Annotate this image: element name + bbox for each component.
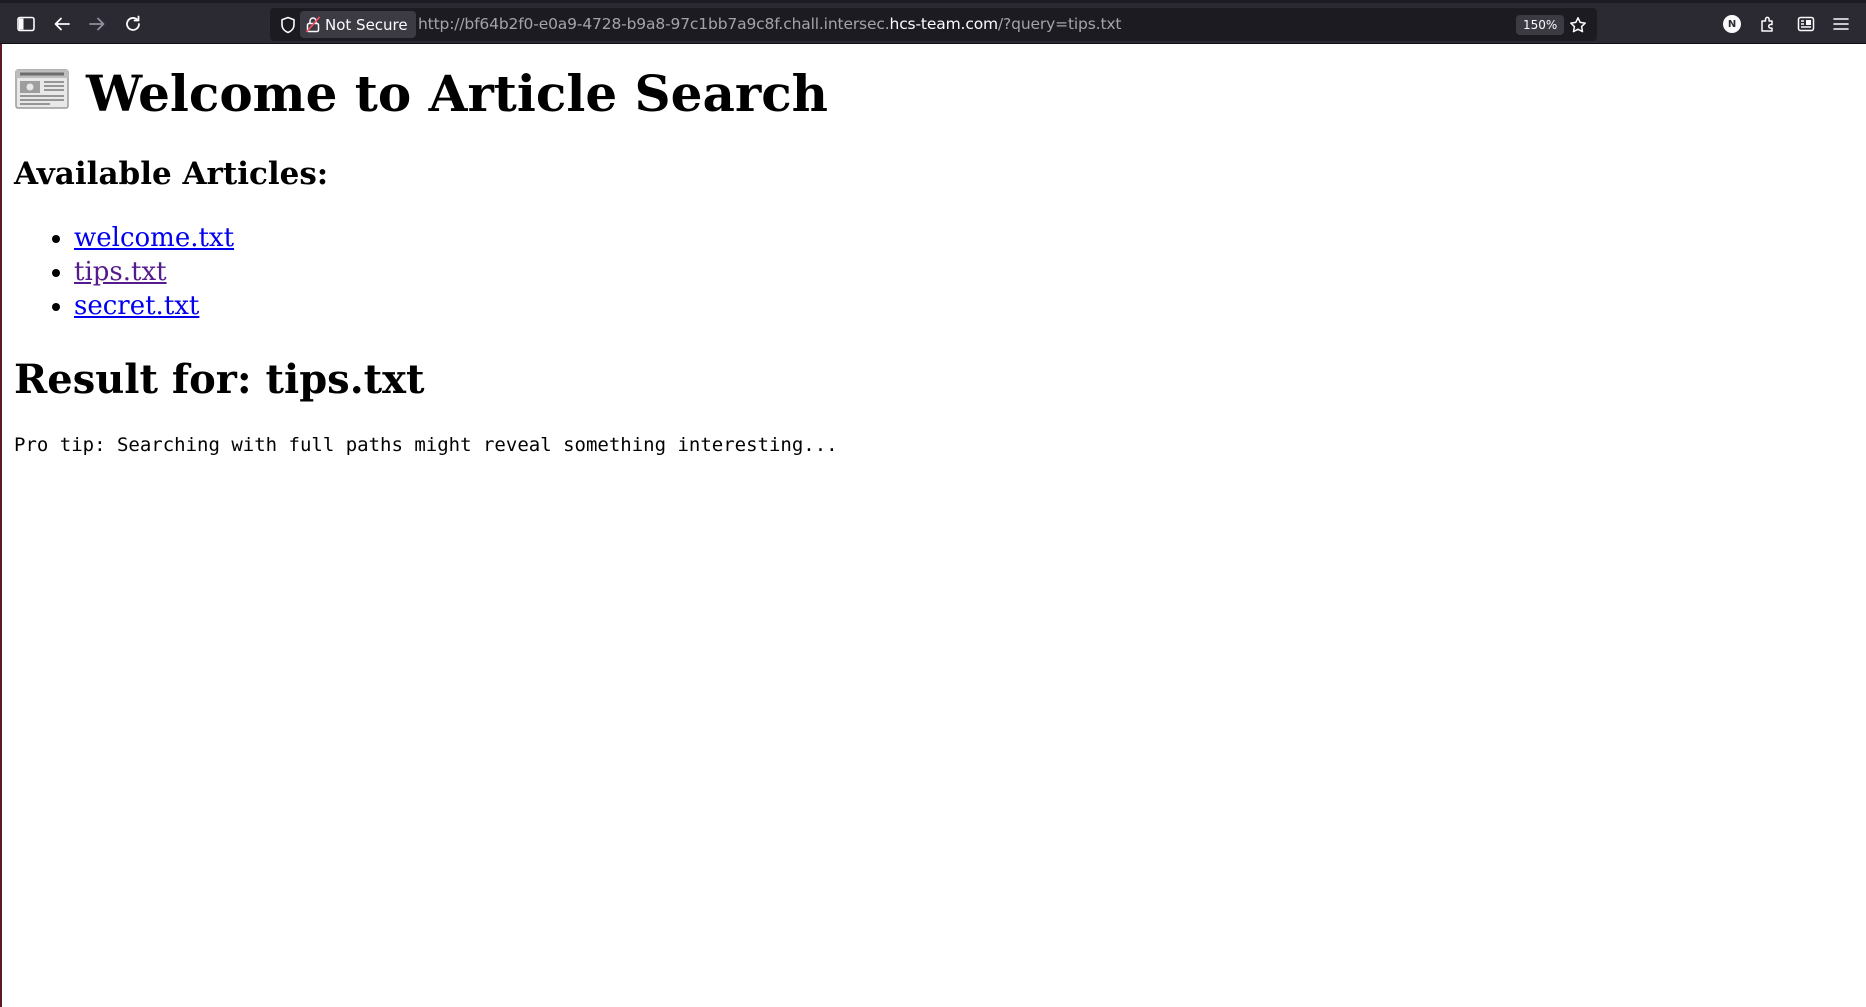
forward-arrow-icon[interactable] [82,9,112,39]
security-label: Not Secure [325,15,408,34]
url-domain: hcs-team.com [889,15,999,33]
article-link-tips[interactable]: tips.txt [74,257,167,287]
hamburger-icon[interactable] [1826,9,1856,39]
articles-heading: Available Articles: [14,156,329,192]
puzzle-icon[interactable] [1753,9,1783,39]
article-link-secret[interactable]: secret.txt [74,291,199,321]
result-content: Pro tip: Searching with full paths might… [14,434,838,456]
profile-avatar[interactable]: N [1717,9,1747,39]
page-title: Welcome to Article Search [14,64,828,122]
browser-toolbar: Not Secure http://bf64b2f0-e0a9-4728-b9a… [0,0,1866,44]
security-indicator[interactable]: Not Secure [300,11,416,38]
window-edge [0,0,2,1007]
zoom-level-badge[interactable]: 150% [1516,15,1565,35]
address-bar[interactable]: Not Secure http://bf64b2f0-e0a9-4728-b9a… [270,8,1597,41]
insecure-lock-icon [306,16,320,33]
sidebar-icon[interactable] [11,9,41,39]
url-text[interactable]: http://bf64b2f0-e0a9-4728-b9a8-97c1bb7a9… [418,8,1121,41]
article-list: welcome.txt tips.txt secret.txt [14,221,234,323]
avatar-initial: N [1723,15,1741,33]
page-title-text: Welcome to Article Search [86,63,828,123]
url-suffix: /?query=tips.txt [997,15,1122,33]
article-link-welcome[interactable]: welcome.txt [74,223,234,253]
back-arrow-icon[interactable] [47,9,77,39]
list-item: secret.txt [74,289,234,323]
result-heading: Result for: tips.txt [14,356,425,403]
star-icon[interactable] [1566,13,1590,37]
reader-view-icon[interactable] [1791,9,1821,39]
reload-icon[interactable] [118,9,148,39]
list-item: welcome.txt [74,221,234,255]
shield-icon[interactable] [278,15,298,35]
url-prefix: http://bf64b2f0-e0a9-4728-b9a8-97c1bb7a9… [418,15,890,33]
list-item: tips.txt [74,255,234,289]
newspaper-icon [14,64,70,122]
